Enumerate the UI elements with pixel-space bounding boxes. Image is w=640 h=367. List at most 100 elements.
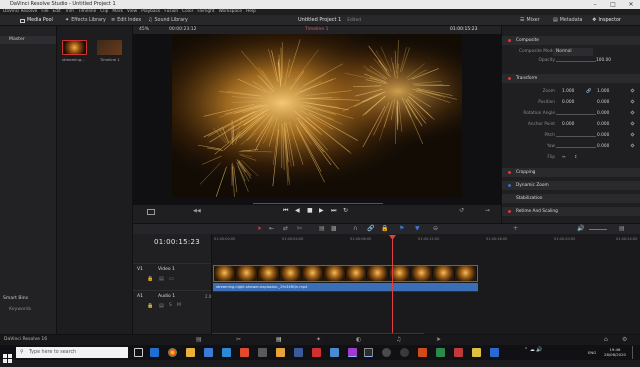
- cut-page-icon[interactable]: ✂: [236, 336, 241, 343]
- cropping-enable-toggle[interactable]: [508, 171, 511, 174]
- home-icon[interactable]: ⌂: [604, 336, 608, 343]
- zoom-in-icon[interactable]: +: [513, 225, 518, 232]
- dynamic-zoom-toggle[interactable]: [508, 184, 511, 187]
- davinci-taskbar-icon[interactable]: [364, 348, 373, 357]
- play-reverse-icon[interactable]: ◀: [295, 207, 300, 214]
- app-icon[interactable]: [258, 348, 267, 357]
- app-icon[interactable]: [436, 348, 445, 357]
- file-explorer-icon[interactable]: [186, 348, 195, 357]
- zoom-y-value[interactable]: 1.000: [597, 88, 609, 96]
- audio-track-name[interactable]: Audio 1: [158, 294, 175, 299]
- chrome-icon[interactable]: [168, 348, 177, 357]
- app-icon[interactable]: [312, 348, 321, 357]
- composite-section[interactable]: Composite: [502, 36, 640, 45]
- color-page-icon[interactable]: ◐: [356, 336, 361, 343]
- yaw-value[interactable]: 0.000: [597, 143, 609, 151]
- stop-icon[interactable]: ■: [307, 207, 313, 214]
- smart-bin-keywords[interactable]: Keywords: [9, 307, 31, 312]
- fusion-page-icon[interactable]: ✦: [316, 336, 321, 343]
- volume-icon[interactable]: 🔊: [577, 225, 584, 232]
- app-icon[interactable]: [472, 348, 481, 357]
- yaw-slider[interactable]: [556, 147, 596, 148]
- match-frame-icon[interactable]: ↺: [459, 207, 464, 214]
- zoom-level[interactable]: 45%: [139, 26, 149, 34]
- go-to-start-icon[interactable]: ⏮: [283, 207, 288, 215]
- timeline-options-icon[interactable]: ▤: [619, 225, 625, 232]
- edit-page-icon[interactable]: ▤: [276, 336, 282, 343]
- zoom-x-value[interactable]: 1.000: [562, 88, 574, 96]
- app-icon[interactable]: [276, 348, 285, 357]
- effects-library-button[interactable]: ✦ Effects Library: [65, 15, 106, 26]
- anchor-y-value[interactable]: 0.000: [597, 121, 609, 129]
- mute-button[interactable]: M: [177, 303, 181, 308]
- play-icon[interactable]: ▶: [319, 207, 324, 214]
- edit-index-button[interactable]: ≡ Edit Index: [111, 15, 141, 26]
- taskbar-search[interactable]: ⚲ Type here to search: [16, 347, 128, 358]
- position-y-value[interactable]: 0.000: [597, 99, 609, 107]
- video-clip[interactable]: [213, 265, 478, 282]
- deliver-page-icon[interactable]: ➤: [436, 336, 441, 343]
- transform-section[interactable]: Transform: [502, 74, 640, 83]
- playhead[interactable]: [392, 236, 393, 334]
- app-icon[interactable]: [294, 348, 303, 357]
- app-icon[interactable]: [382, 348, 391, 357]
- dynamic-zoom-section[interactable]: Dynamic Zoom: [502, 181, 640, 190]
- inspector-button[interactable]: ❖ Inspector: [592, 15, 621, 26]
- loop-icon[interactable]: ↻: [343, 207, 348, 214]
- flag-icon[interactable]: ⚑: [399, 225, 404, 232]
- maximize-icon[interactable]: □: [604, 0, 622, 9]
- jog-icon[interactable]: ◀◀: [193, 208, 201, 214]
- metadata-button[interactable]: ▤ Metadata: [553, 15, 582, 26]
- lock-icon[interactable]: 🔒: [147, 303, 153, 309]
- opacity-slider[interactable]: [556, 61, 596, 62]
- office-icon[interactable]: [240, 348, 249, 357]
- marker-icon[interactable]: ▼: [415, 225, 420, 232]
- lock-icon[interactable]: 🔒: [147, 276, 153, 282]
- fairlight-page-icon[interactable]: ♫: [396, 336, 401, 343]
- anchor-x-value[interactable]: 0.000: [562, 121, 574, 129]
- show-desktop-button[interactable]: [632, 346, 633, 359]
- pitch-slider[interactable]: [556, 136, 596, 137]
- clip-thumbnail[interactable]: [62, 40, 87, 55]
- retime-enable-toggle[interactable]: [508, 210, 511, 213]
- timeline-name[interactable]: Timeline 1: [305, 26, 328, 34]
- opacity-value[interactable]: 100.00: [596, 57, 611, 65]
- settings-icon[interactable]: ⚙: [622, 336, 627, 343]
- trim-tool-icon[interactable]: ⇤: [269, 225, 274, 232]
- app-icon[interactable]: [348, 348, 357, 357]
- app-icon[interactable]: [330, 348, 339, 357]
- go-to-end-icon[interactable]: ⏭: [331, 207, 336, 215]
- app-icon[interactable]: [490, 348, 499, 357]
- mail-icon[interactable]: [222, 348, 231, 357]
- app-icon[interactable]: [454, 348, 463, 357]
- mixer-button[interactable]: ☰ Mixer: [520, 15, 540, 26]
- retime-scaling-section[interactable]: Retime And Scaling: [502, 207, 640, 216]
- app-icon[interactable]: [418, 348, 427, 357]
- minimize-icon[interactable]: –: [586, 0, 604, 9]
- rotation-value[interactable]: 0.000: [597, 110, 609, 118]
- dynamic-trim-icon[interactable]: ⇄: [283, 225, 288, 232]
- master-bin[interactable]: Master: [0, 36, 56, 44]
- rotation-slider[interactable]: [556, 114, 596, 115]
- auto-select-icon[interactable]: ▤: [159, 303, 164, 309]
- link-icon[interactable]: 🔗: [586, 88, 591, 96]
- media-page-icon[interactable]: ▤: [196, 336, 202, 343]
- store-icon[interactable]: [204, 348, 213, 357]
- solo-button[interactable]: S: [169, 303, 172, 308]
- volume-slider[interactable]: [589, 229, 607, 230]
- position-x-value[interactable]: 0.000: [562, 99, 574, 107]
- language-indicator[interactable]: ENG: [588, 350, 596, 355]
- linked-selection-icon[interactable]: 🔗: [367, 225, 374, 232]
- flip-vertical-icon[interactable]: ↕: [574, 154, 578, 162]
- auto-select-icon[interactable]: ▤: [159, 276, 164, 282]
- task-view-icon[interactable]: [134, 348, 143, 357]
- composite-mode-select[interactable]: Normal: [553, 48, 593, 56]
- snapping-icon[interactable]: ∩: [353, 225, 357, 232]
- pitch-value[interactable]: 0.000: [597, 132, 609, 140]
- windows-start-icon[interactable]: [3, 348, 12, 357]
- cropping-section[interactable]: Cropping: [502, 168, 640, 177]
- selection-tool-icon[interactable]: ➤: [257, 225, 262, 232]
- overwrite-clip-icon[interactable]: ▩: [331, 225, 337, 232]
- flip-horizontal-icon[interactable]: ↔: [562, 154, 566, 162]
- stabilization-section[interactable]: Stabilization: [502, 194, 640, 203]
